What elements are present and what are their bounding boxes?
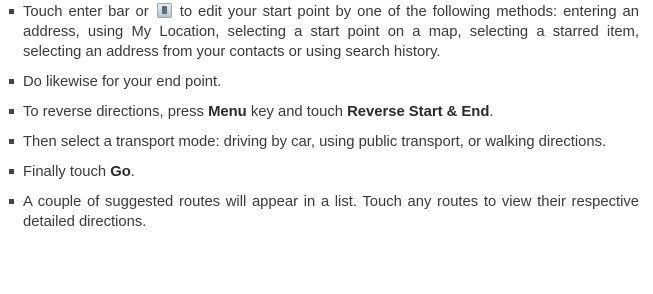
list-item: Then select a transport mode: driving by… <box>9 132 639 152</box>
reverse-start-end-label: Reverse Start & End <box>347 104 490 120</box>
item-text: Do likewise for your end point. <box>23 74 222 90</box>
item-text: key and touch <box>250 104 343 120</box>
go-label: Go <box>110 164 131 180</box>
list-item: To reverse directions, press Menu key an… <box>9 102 639 122</box>
list-item: A couple of suggested routes will appear… <box>9 192 639 232</box>
item-text: Touch enter bar or <box>23 4 149 20</box>
list-item: Do likewise for your end point. <box>9 72 639 92</box>
item-text: . <box>489 104 494 120</box>
menu-key-label: Menu <box>208 104 247 120</box>
item-text: Then select a transport mode: driving by… <box>23 134 607 150</box>
list-item: Touch enter bar or to edit your start po… <box>9 2 639 62</box>
item-text: To reverse directions, press <box>23 104 204 120</box>
document-page: Touch enter bar or to edit your start po… <box>0 2 653 294</box>
item-text: A couple of suggested routes will appear… <box>23 194 639 230</box>
address-book-icon <box>156 3 172 18</box>
list-item: Finally touch Go. <box>9 162 639 182</box>
item-text: Finally touch <box>23 164 107 180</box>
item-text: . <box>130 164 135 180</box>
instruction-list: Touch enter bar or to edit your start po… <box>9 2 653 232</box>
